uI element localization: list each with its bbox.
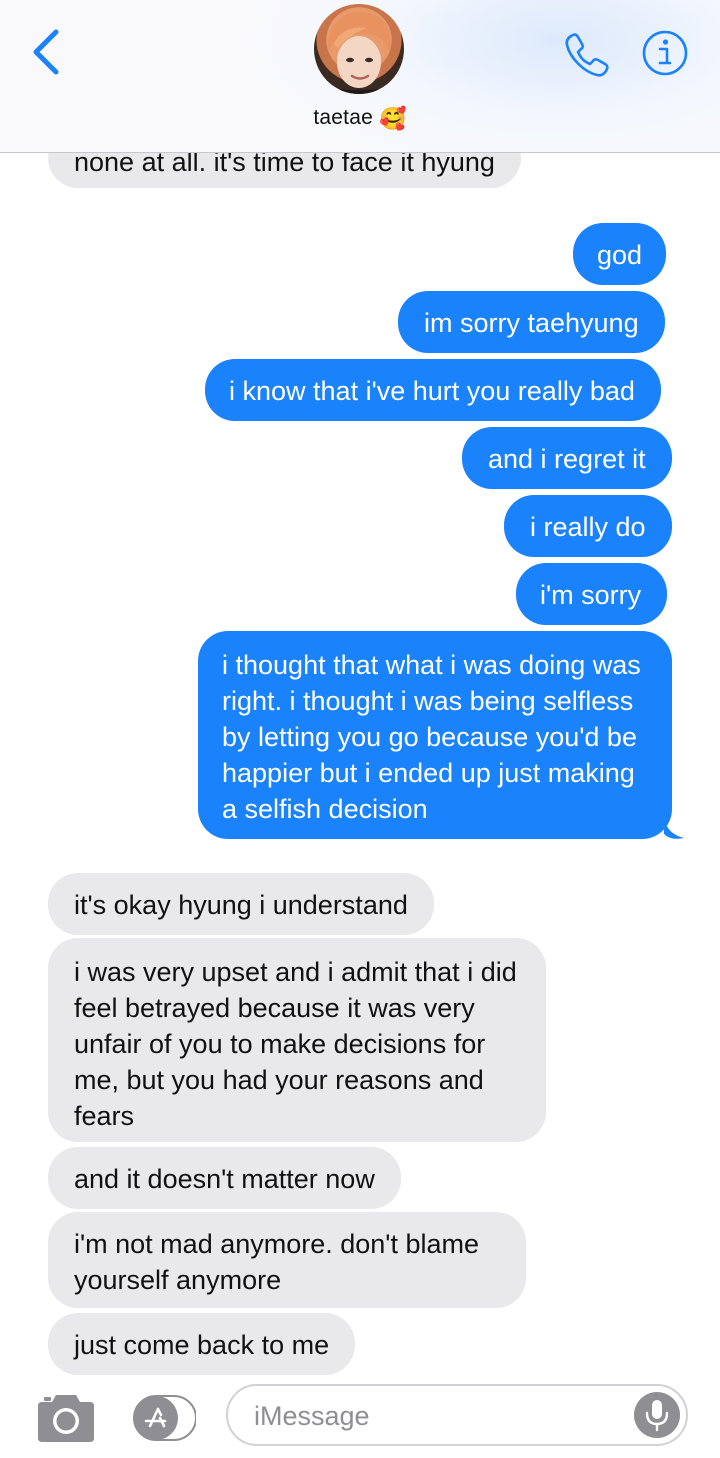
message-sent[interactable]: i thought that what i was doing was righ… [198,631,672,839]
info-button[interactable] [640,28,690,78]
phone-icon [565,33,609,77]
apps-button[interactable] [130,1394,197,1442]
message-sent[interactable]: im sorry taehyung [398,291,665,353]
contact-name[interactable]: taetae 🥰 [0,106,720,132]
contact-avatar[interactable] [314,4,404,94]
contact-emoji: 🥰 [379,106,407,131]
camera-icon [38,1395,94,1442]
message-received[interactable]: i was very upset and i admit that i did … [48,938,546,1142]
message-input[interactable] [254,1398,614,1434]
microphone-icon [645,1400,669,1432]
message-received[interactable]: and it doesn't matter now [48,1147,401,1209]
message-received[interactable]: i'm not mad anymore. don't blame yoursel… [48,1212,526,1308]
message-tail [664,818,684,839]
contact-name-text: taetae [313,106,373,129]
message-field[interactable] [226,1384,688,1446]
avatar-portrait [314,11,404,94]
message-sent[interactable]: i know that i've hurt you really bad [205,359,661,421]
app-store-icon [133,1395,197,1441]
camera-button[interactable] [36,1392,96,1444]
message-composer [0,1378,720,1458]
message-sent[interactable]: god [573,223,667,285]
back-button[interactable] [26,28,66,76]
message-sent[interactable]: i really do [504,495,672,557]
message-sent[interactable]: i'm sorry [516,563,668,625]
info-icon [642,30,688,76]
message-sent[interactable]: and i regret it [462,427,672,489]
conversation-header: taetae 🥰 [0,0,720,153]
microphone-button[interactable] [634,1392,680,1438]
chevron-left-icon [33,29,59,75]
message-received[interactable]: just come back to me [48,1313,356,1375]
call-button[interactable] [562,30,612,80]
message-received[interactable]: it's okay hyung i understand [48,873,434,935]
